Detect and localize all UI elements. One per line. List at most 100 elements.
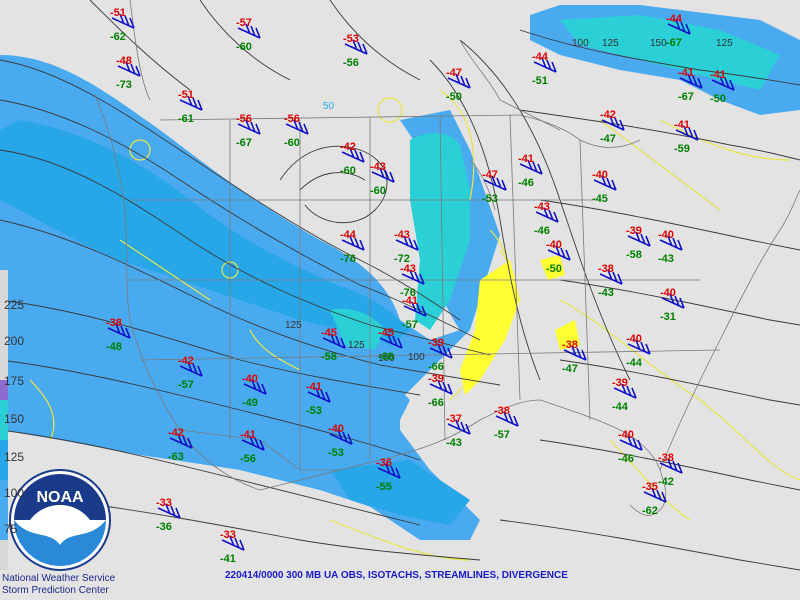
dewpoint-label: -60	[340, 165, 356, 177]
legend-tick: 100	[4, 486, 25, 500]
temperature-label: -41	[674, 119, 690, 131]
temperature-label: -56	[236, 113, 252, 125]
dewpoint-label: -68	[378, 351, 394, 363]
isotach-label: 125	[348, 340, 365, 351]
isotach-label: 100	[572, 38, 589, 49]
temperature-label: -40	[242, 373, 258, 385]
temperature-label: -41	[240, 429, 256, 441]
temperature-label: -38	[494, 405, 510, 417]
temperature-label: -44	[532, 51, 549, 63]
dewpoint-label: -47	[600, 133, 616, 145]
temperature-label: -44	[340, 229, 357, 241]
isotach-label: 125	[285, 320, 302, 331]
temperature-label: -56	[284, 113, 300, 125]
dewpoint-label: -62	[110, 31, 126, 43]
temperature-label: -40	[546, 239, 562, 251]
dewpoint-label: -51	[532, 75, 548, 87]
dewpoint-label: -50	[546, 263, 562, 275]
dewpoint-label: -50	[710, 93, 726, 105]
legend-tick: 200	[4, 334, 25, 348]
dewpoint-label: -36	[156, 521, 172, 533]
dewpoint-label: -47	[562, 363, 578, 375]
noaa-logo-text: NOAA	[36, 489, 84, 506]
dewpoint-label: -67	[678, 91, 694, 103]
temperature-label: -43	[400, 263, 416, 275]
temperature-label: -42	[600, 109, 616, 121]
temperature-label: -51	[178, 89, 194, 101]
temperature-label: -53	[343, 33, 359, 45]
legend-tick: 225	[4, 298, 25, 312]
temperature-label: -51	[110, 7, 126, 19]
temperature-label: -40	[618, 429, 634, 441]
dewpoint-label: -53	[306, 405, 322, 417]
temperature-label: -41	[402, 295, 418, 307]
dewpoint-label: -73	[116, 79, 132, 91]
dewpoint-label: -57	[494, 429, 510, 441]
legend-tick: 125	[4, 450, 25, 464]
temperature-label: -39	[428, 373, 444, 385]
temperature-label: -45	[321, 327, 337, 339]
temperature-label: -47	[482, 169, 498, 181]
dewpoint-label: -48	[106, 341, 122, 353]
product-title: 220414/0000 300 MB UA OBS, ISOTACHS, STR…	[225, 570, 568, 581]
temperature-label: -40	[658, 229, 674, 241]
temperature-label: -40	[660, 287, 676, 299]
dewpoint-label: -58	[321, 351, 337, 363]
dewpoint-label: -61	[178, 113, 194, 125]
dewpoint-label: -43	[658, 253, 674, 265]
dewpoint-label: -53	[482, 193, 498, 205]
isotach-label: 100	[408, 352, 425, 363]
upper-air-map: 50 100 125 100 125 150 125 100 125 -51 -6…	[0, 0, 800, 600]
dewpoint-label: -31	[660, 311, 676, 323]
temperature-label: -42	[178, 355, 194, 367]
temperature-label: -38	[106, 317, 122, 329]
dewpoint-label: -59	[674, 143, 690, 155]
temperature-label: -39	[612, 377, 628, 389]
temperature-label: -40	[592, 169, 608, 181]
dewpoint-label: -43	[446, 437, 462, 449]
temperature-label: -38	[598, 263, 614, 275]
dewpoint-label: -56	[240, 453, 256, 465]
temperature-label: -39	[626, 225, 642, 237]
dewpoint-label: -63	[168, 451, 184, 463]
temperature-label: -40	[626, 333, 642, 345]
dewpoint-label: -44	[626, 357, 643, 369]
temperature-label: -41	[710, 69, 726, 81]
temperature-label: -44	[666, 13, 683, 25]
dewpoint-label: -56	[343, 57, 359, 69]
legend-tick: 150	[4, 412, 25, 426]
agency-credit: National Weather Service Storm Predictio…	[2, 573, 115, 597]
dewpoint-label: -44	[612, 401, 629, 413]
isotach-label: 50	[323, 101, 335, 112]
dewpoint-label: -67	[666, 37, 682, 49]
dewpoint-label: -57	[178, 379, 194, 391]
temperature-label: -43	[394, 229, 410, 241]
agency-line2: Storm Prediction Center	[2, 585, 109, 596]
dewpoint-label: -41	[220, 553, 236, 565]
temperature-label: -47	[446, 67, 462, 79]
dewpoint-label: -57	[402, 319, 418, 331]
dewpoint-label: -46	[534, 225, 550, 237]
temperature-label: -43	[370, 161, 386, 173]
temperature-label: -43	[534, 201, 550, 213]
temperature-label: -33	[156, 497, 172, 509]
dewpoint-label: -45	[592, 193, 608, 205]
legend-tick: 75	[4, 522, 18, 536]
dewpoint-label: -50	[446, 91, 462, 103]
agency-line1: National Weather Service	[2, 573, 116, 584]
dewpoint-label: -58	[626, 249, 642, 261]
temperature-label: -36	[376, 457, 392, 469]
legend-ticks: 225 200 175 150 125 100 75	[0, 270, 30, 570]
temperature-label: -38	[562, 339, 578, 351]
isotach-label: 125	[716, 38, 733, 49]
dewpoint-label: -76	[340, 253, 356, 265]
temperature-label: -42	[168, 427, 184, 439]
temperature-label: -57	[236, 17, 252, 29]
temperature-label: -48	[116, 55, 132, 67]
temperature-label: -38	[658, 452, 674, 464]
temperature-label: -42	[340, 141, 356, 153]
temperature-label: -35	[642, 481, 658, 493]
dewpoint-label: -53	[328, 447, 344, 459]
temperature-label: -45	[378, 327, 394, 339]
dewpoint-label: -67	[236, 137, 252, 149]
